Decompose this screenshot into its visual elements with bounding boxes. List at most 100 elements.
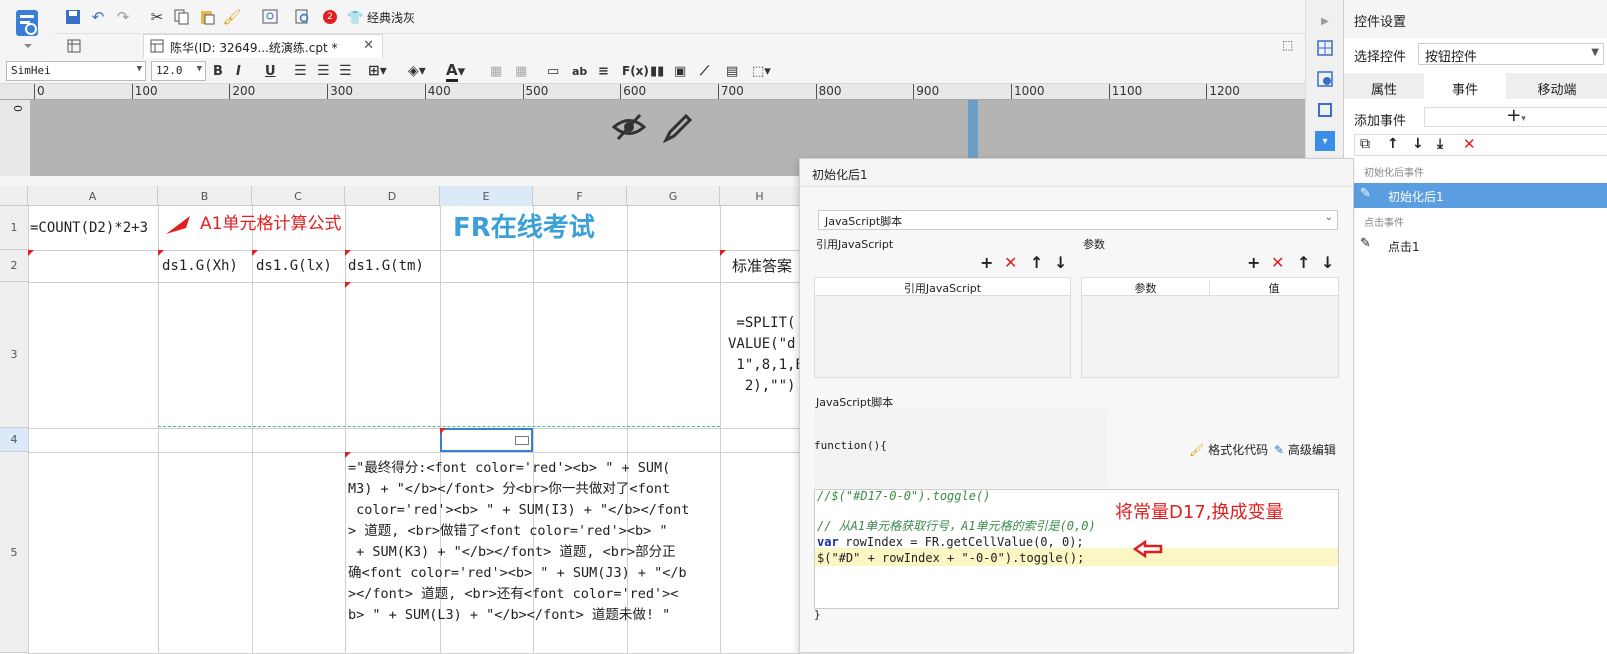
- unmerge-cells-icon[interactable]: ▦: [515, 62, 527, 80]
- delete-param-icon[interactable]: ✕: [1271, 253, 1284, 272]
- code-editor[interactable]: //$("#D17-0-0").toggle() // 从A1单元格获取行号，A…: [814, 489, 1339, 609]
- preview-icon[interactable]: [260, 7, 280, 27]
- chart-icon[interactable]: ▮▮: [650, 62, 664, 80]
- italic-icon[interactable]: I: [236, 62, 241, 80]
- expand-arrow-icon[interactable]: ▶: [1315, 11, 1335, 31]
- add-param-icon[interactable]: +: [1247, 253, 1260, 272]
- row-header-3[interactable]: 3: [0, 282, 28, 428]
- cell-D2[interactable]: ds1.G(tm): [348, 256, 424, 277]
- sub-report-icon[interactable]: ▤: [726, 62, 738, 80]
- delete-ref-icon[interactable]: ✕: [1004, 253, 1017, 272]
- grid-view-icon[interactable]: [65, 37, 83, 55]
- cell-attributes-icon[interactable]: [1315, 38, 1335, 58]
- app-logo[interactable]: [0, 0, 55, 58]
- bold-icon[interactable]: B: [213, 62, 223, 80]
- delete-event-icon[interactable]: ✕: [1463, 135, 1476, 153]
- cell-H2[interactable]: 标准答案: [732, 256, 792, 277]
- row-header-5[interactable]: 5: [0, 452, 28, 653]
- cell-element-icon[interactable]: ⬚▾: [752, 62, 771, 80]
- tab-close-icon[interactable]: ✕: [363, 38, 374, 53]
- font-family-select[interactable]: SimHei ▼: [6, 61, 146, 81]
- ref-js-table[interactable]: 引用JavaScript: [814, 277, 1071, 378]
- font-size-value: 12.0: [156, 64, 183, 77]
- button-widget-icon[interactable]: [515, 436, 529, 445]
- font-size-select[interactable]: 12.0 ▼: [151, 61, 206, 81]
- grid-line: [28, 250, 800, 251]
- param-down-icon[interactable]: ↓: [1321, 253, 1334, 272]
- column-header-G[interactable]: G: [627, 186, 720, 206]
- theme-switch[interactable]: 👕 经典浅灰: [347, 9, 415, 26]
- border-icon[interactable]: ⊞▾: [368, 62, 387, 80]
- text-ab-icon[interactable]: ab: [572, 62, 587, 80]
- annotation-a1[interactable]: A1单元格计算公式: [200, 214, 341, 235]
- add-ref-icon[interactable]: +: [980, 253, 993, 272]
- spreadsheet-grid[interactable]: 1 2 3 4 5 =COUNT(D2)*2+3 A1单元格计算公式 FR在线考试 ds1.G(…: [0, 206, 804, 654]
- row-header-2[interactable]: 2: [0, 250, 28, 282]
- ruler-tick-label: 0: [34, 84, 45, 99]
- search-icon[interactable]: [293, 7, 313, 27]
- event-after-init-item[interactable]: ✎ 初始化后1: [1354, 183, 1607, 208]
- cell-B2[interactable]: ds1.G(Xh): [162, 256, 238, 277]
- advanced-edit-button[interactable]: ✎ 高级编辑: [1274, 441, 1336, 458]
- insert-line-icon[interactable]: ▭: [547, 62, 559, 80]
- paste-icon[interactable]: [197, 7, 217, 27]
- tab-report-file[interactable]: 陈华(ID: 32649...统演练.cpt * ✕: [143, 34, 383, 58]
- column-header-C[interactable]: C: [252, 186, 345, 206]
- row-header-1[interactable]: 1: [0, 206, 28, 250]
- script-type-select[interactable]: JavaScript脚本 ⌄: [818, 210, 1338, 230]
- merge-cells-icon[interactable]: ▦: [490, 62, 502, 80]
- cut-icon[interactable]: ✂: [147, 7, 167, 27]
- select-all-corner[interactable]: [0, 186, 28, 206]
- condition-attributes-icon[interactable]: [1315, 69, 1335, 89]
- add-event-button[interactable]: +▾: [1424, 107, 1607, 127]
- formula-icon[interactable]: F(x): [622, 62, 649, 80]
- format-code-button[interactable]: 🖌 格式化代码: [1189, 441, 1268, 458]
- align-right-icon[interactable]: ☰: [339, 62, 352, 80]
- move-bottom-icon[interactable]: ⤓: [1437, 136, 1443, 152]
- event-click-item[interactable]: ✎ 点击1: [1354, 233, 1607, 258]
- column-header-H[interactable]: H: [720, 186, 800, 206]
- tab-properties[interactable]: 属性: [1344, 73, 1424, 99]
- image-icon[interactable]: ▣: [674, 62, 686, 80]
- slash-icon[interactable]: ⟋: [700, 62, 709, 80]
- param-up-icon[interactable]: ↑: [1297, 253, 1310, 272]
- row-header-4[interactable]: 4: [0, 428, 28, 452]
- save-icon[interactable]: [63, 7, 83, 27]
- fill-color-icon[interactable]: ◈▾: [408, 62, 426, 80]
- underline-icon[interactable]: U: [265, 62, 276, 80]
- copy-icon[interactable]: [172, 7, 192, 27]
- align-center-icon[interactable]: ☰: [317, 62, 330, 80]
- cell-D5[interactable]: ="最终得分:<font color='red'><b> " + SUM( M3…: [348, 458, 689, 626]
- edit-pencil-icon[interactable]: [662, 112, 694, 147]
- cell-C2[interactable]: ds1.G(lx): [256, 256, 332, 277]
- move-up-icon[interactable]: ↑: [1387, 136, 1399, 152]
- tab-mobile[interactable]: 移动端: [1506, 73, 1607, 99]
- column-header-B[interactable]: B: [158, 186, 252, 206]
- widget-settings-icon[interactable]: ▾: [1315, 131, 1335, 151]
- params-table[interactable]: 参数 值: [1081, 277, 1339, 378]
- format-painter-icon[interactable]: 🖌: [222, 7, 242, 27]
- font-color-icon[interactable]: A ▾: [446, 61, 465, 82]
- move-down-icon[interactable]: ↓: [1412, 136, 1424, 152]
- column-header-F[interactable]: F: [533, 186, 627, 206]
- tab-events[interactable]: 事件: [1424, 73, 1506, 99]
- paragraph-icon[interactable]: ≡: [598, 62, 609, 80]
- ref-down-icon[interactable]: ↓: [1054, 253, 1067, 272]
- eye-slash-icon[interactable]: [611, 112, 647, 150]
- notification-badge[interactable]: 2: [323, 10, 337, 24]
- column-header-A[interactable]: A: [28, 186, 158, 206]
- copy-event-icon[interactable]: ⧉: [1360, 136, 1370, 152]
- cell-H3[interactable]: =SPLIT( VALUE("d 1",8,1,E 2),""): [728, 313, 804, 397]
- selected-cell-E4[interactable]: [440, 428, 533, 452]
- ref-up-icon[interactable]: ↑: [1030, 253, 1043, 272]
- widget-frame-icon[interactable]: [1315, 100, 1335, 120]
- sheet-title[interactable]: FR在线考试: [453, 211, 595, 245]
- undo-icon[interactable]: ↶: [88, 7, 108, 27]
- align-left-icon[interactable]: ☰: [294, 62, 307, 80]
- redo-icon[interactable]: ↷: [113, 7, 133, 27]
- cell-A1[interactable]: =COUNT(D2)*2+3: [30, 218, 148, 239]
- widget-select[interactable]: 按钮控件 ▼: [1418, 43, 1604, 65]
- collapse-toolbar-icon[interactable]: ⬚: [1282, 38, 1293, 52]
- column-header-E[interactable]: E: [440, 186, 533, 206]
- column-header-D[interactable]: D: [345, 186, 440, 206]
